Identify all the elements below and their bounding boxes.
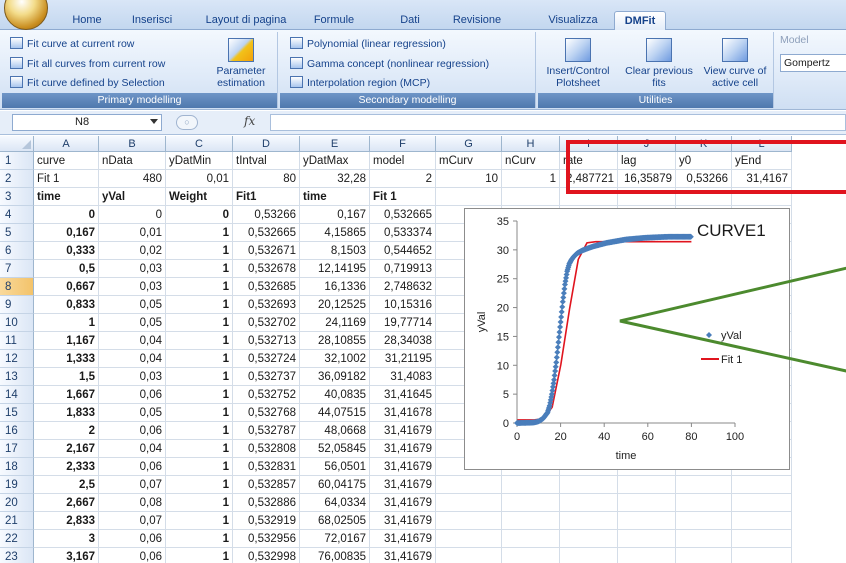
group-label-utilities: Utilities bbox=[538, 93, 773, 108]
insert-plotsheet-button[interactable]: Insert/Control Plotsheet bbox=[540, 38, 616, 89]
ribbon-tab-bar: Home Inserisci Layout di pagina Formule … bbox=[0, 0, 846, 30]
office-button-icon[interactable] bbox=[4, 0, 48, 30]
parameter-estimation-button[interactable]: Parameter estimation bbox=[206, 38, 276, 89]
fit-current-row-button[interactable]: Fit curve at current row bbox=[10, 36, 134, 53]
name-box[interactable]: N8 bbox=[12, 114, 162, 131]
view-curve-icon bbox=[722, 38, 748, 62]
tab-inserisci[interactable]: Inserisci bbox=[122, 11, 182, 30]
view-curve-button[interactable]: View curve of active cell bbox=[698, 38, 772, 89]
tab-revisione[interactable]: Revisione bbox=[442, 11, 512, 30]
interpolation-icon bbox=[290, 76, 303, 88]
gamma-concept-button[interactable]: Gamma concept (nonlinear regression) bbox=[290, 56, 489, 73]
tab-formule[interactable]: Formule bbox=[302, 11, 366, 30]
group-primary-modelling: Fit curve at current row Fit all curves … bbox=[2, 32, 278, 108]
excel-window: Home Inserisci Layout di pagina Formule … bbox=[0, 0, 846, 563]
table-icon bbox=[10, 57, 23, 69]
cancel-circle-icon: ○ bbox=[176, 115, 198, 130]
tab-layout[interactable]: Layout di pagina bbox=[196, 11, 296, 30]
tab-dmfit[interactable]: DMFit bbox=[614, 11, 666, 30]
group-secondary-modelling: Polynomial (linear regression) Gamma con… bbox=[280, 32, 536, 108]
table-icon bbox=[10, 76, 23, 88]
clear-icon bbox=[646, 38, 672, 62]
fit-all-curves-button[interactable]: Fit all curves from current row bbox=[10, 56, 165, 73]
tab-dati[interactable]: Dati bbox=[390, 11, 430, 30]
spreadsheet-grid: ABCDEFGHIJKL 1 curve nData yDatMin tIntval yD… bbox=[0, 136, 846, 563]
model-select[interactable]: Gompertz bbox=[780, 54, 846, 72]
formula-input[interactable] bbox=[270, 114, 846, 131]
group-label-secondary: Secondary modelling bbox=[280, 93, 535, 108]
callout-arrow bbox=[619, 266, 846, 373]
model-label: Model bbox=[780, 34, 809, 46]
clear-fits-button[interactable]: Clear previous fits bbox=[622, 38, 696, 89]
polynomial-icon bbox=[290, 37, 303, 49]
group-model: Model Gompertz bbox=[776, 32, 846, 108]
tab-visualizza[interactable]: Visualizza bbox=[540, 11, 606, 30]
fit-selection-button[interactable]: Fit curve defined by Selection bbox=[10, 75, 165, 92]
fx-icon[interactable]: fx bbox=[244, 114, 255, 128]
callout-line bbox=[619, 266, 846, 373]
ribbon: Fit curve at current row Fit all curves … bbox=[0, 30, 846, 110]
plotsheet-icon bbox=[565, 38, 591, 62]
group-label-primary: Primary modelling bbox=[2, 93, 277, 108]
polynomial-button[interactable]: Polynomial (linear regression) bbox=[290, 36, 446, 53]
group-utilities: Insert/Control Plotsheet Clear previous … bbox=[538, 32, 774, 108]
interpolation-region-button[interactable]: Interpolation region (MCP) bbox=[290, 75, 430, 92]
formula-bar: N8 ○ fx bbox=[0, 111, 846, 135]
tab-home[interactable]: Home bbox=[64, 11, 110, 30]
gamma-icon bbox=[290, 57, 303, 69]
lightning-icon bbox=[228, 38, 254, 62]
chevron-down-icon[interactable] bbox=[150, 119, 158, 124]
table-icon bbox=[10, 37, 23, 49]
